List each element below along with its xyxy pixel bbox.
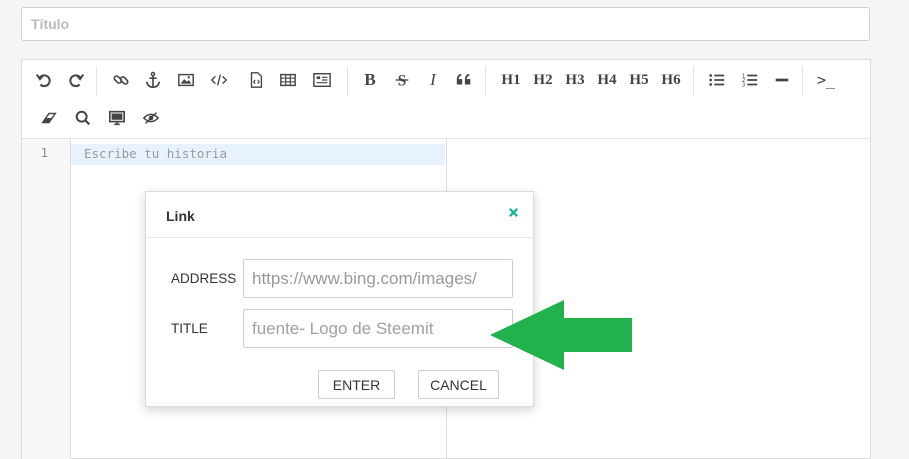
title-input-field[interactable]	[243, 309, 513, 348]
green-arrow-annotation	[490, 300, 632, 370]
toolbar-separator	[693, 66, 694, 96]
h6-button[interactable]: H6	[656, 66, 686, 94]
title-label: TITLE	[171, 321, 208, 336]
code-icon[interactable]	[205, 66, 233, 94]
undo-icon[interactable]	[30, 66, 58, 94]
eraser-icon[interactable]	[35, 104, 63, 132]
image-icon[interactable]	[172, 66, 200, 94]
link-dialog: Link ADDRESS TITLE ENTER CANCEL	[145, 191, 534, 407]
editor-placeholder: Escribe tu historia	[84, 146, 227, 161]
ordered-list-icon[interactable]: 123	[736, 66, 764, 94]
toolbar-separator	[802, 66, 803, 96]
link-icon[interactable]	[107, 66, 135, 94]
address-label: ADDRESS	[171, 271, 237, 286]
enter-button[interactable]: ENTER	[318, 370, 395, 399]
cancel-button[interactable]: CANCEL	[418, 370, 499, 399]
h3-button[interactable]: H3	[560, 66, 590, 94]
editor-toolbar: B S I H1 H2 H3 H4 H5 H6 123 >_	[22, 60, 870, 139]
dialog-header: Link	[146, 192, 533, 238]
preview-icon[interactable]	[103, 104, 131, 132]
toolbar-separator	[347, 66, 348, 96]
terminal-button[interactable]: >_	[812, 66, 840, 94]
quote-icon[interactable]	[450, 66, 478, 94]
strikethrough-icon[interactable]: S	[388, 66, 416, 94]
h5-button[interactable]: H5	[624, 66, 654, 94]
h4-button[interactable]: H4	[592, 66, 622, 94]
unordered-list-icon[interactable]	[703, 66, 731, 94]
h1-button[interactable]: H1	[496, 66, 526, 94]
dialog-title: Link	[166, 208, 195, 224]
title-input[interactable]	[21, 7, 870, 41]
italic-button[interactable]: I	[419, 66, 447, 94]
code-file-icon[interactable]	[242, 66, 270, 94]
anchor-icon[interactable]	[139, 66, 167, 94]
address-input[interactable]	[243, 259, 513, 298]
line-number-gutter	[22, 139, 71, 459]
close-icon[interactable]	[505, 204, 521, 220]
h2-button[interactable]: H2	[528, 66, 558, 94]
html-icon[interactable]	[308, 66, 336, 94]
table-icon[interactable]	[274, 66, 302, 94]
hide-preview-icon[interactable]	[137, 104, 165, 132]
redo-icon[interactable]	[62, 66, 90, 94]
line-number: 1	[40, 146, 48, 160]
toolbar-separator	[485, 66, 486, 96]
horizontal-rule-icon[interactable]	[768, 66, 796, 94]
svg-text:S: S	[398, 72, 407, 89]
toolbar-separator	[96, 66, 97, 96]
svg-text:3: 3	[742, 82, 745, 88]
search-icon[interactable]	[69, 104, 97, 132]
bold-button[interactable]: B	[356, 66, 384, 94]
